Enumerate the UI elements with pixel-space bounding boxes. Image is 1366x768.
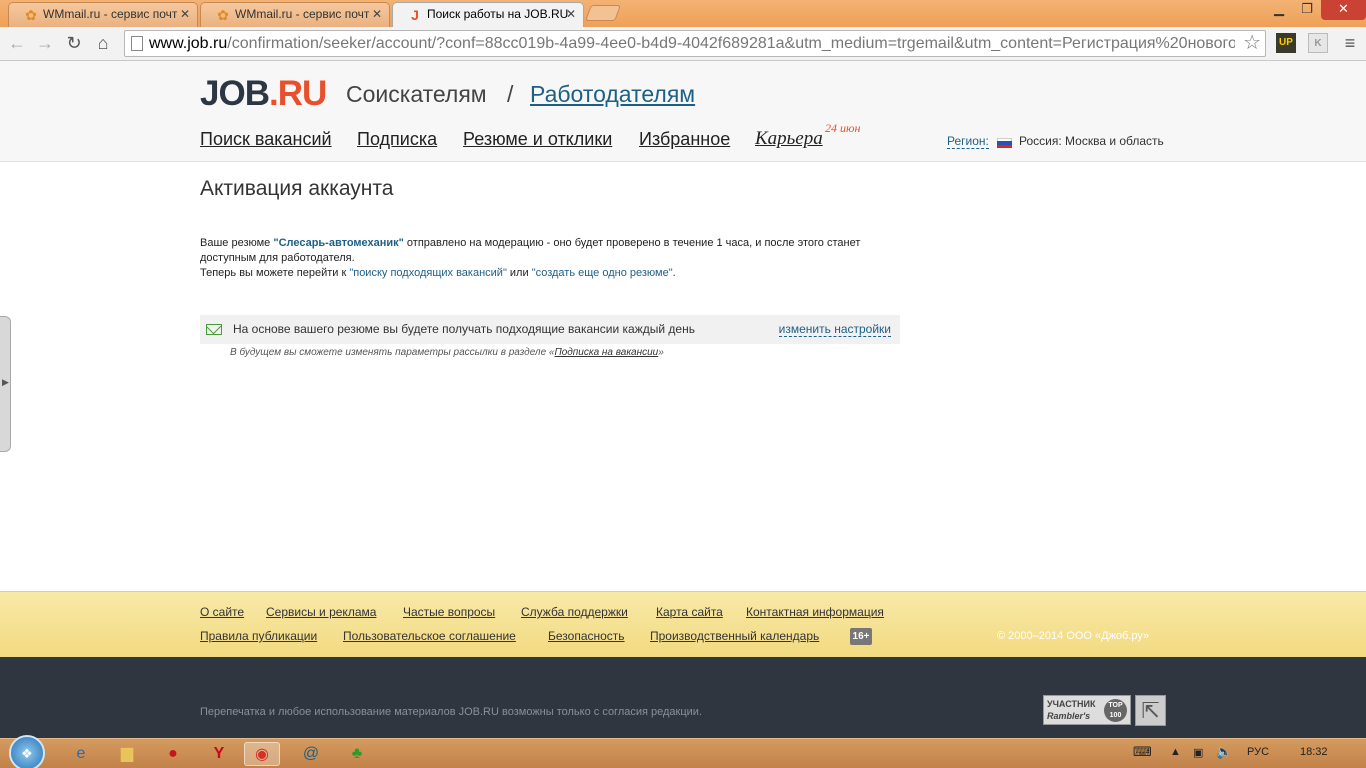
reload-icon[interactable]: ↻ <box>62 31 86 55</box>
browser-toolbar: ← → ↻ ⌂ www.job.ru/confirmation/seeker/a… <box>0 27 1366 61</box>
taskbar: ❖ e ▆ ● Y ◉ @ ♣ ⌨ ▲ ▣ 🔈 РУС 18:32 <box>0 735 1366 768</box>
menu-icon[interactable]: ≡ <box>1340 33 1360 53</box>
footer-link-about[interactable]: О сайте <box>200 605 244 619</box>
browser-tab[interactable]: ✿ WMmail.ru - сервис почт ✕ <box>200 2 390 27</box>
region-selector[interactable]: Регион: <box>947 134 989 149</box>
career-date: 24 июн <box>825 121 861 135</box>
volume-icon[interactable]: 🔈 <box>1216 744 1232 760</box>
jobru-icon: J <box>411 7 419 23</box>
subscription-settings-link[interactable]: Подписка на вакансии <box>554 347 658 358</box>
jobru-logo[interactable]: JOB.RU <box>200 74 327 114</box>
nav-subscription[interactable]: Подписка <box>357 129 437 150</box>
keyboard-icon[interactable]: ⌨ <box>1133 744 1152 760</box>
footer-link-services[interactable]: Сервисы и реклама <box>266 605 376 619</box>
footer-link-rules[interactable]: Правила публикации <box>200 629 317 643</box>
minimize-icon[interactable]: ▁ <box>1265 0 1293 20</box>
internet-explorer-icon[interactable]: e <box>63 742 99 766</box>
footer-link-calendar[interactable]: Производственный календарь <box>650 629 819 643</box>
network-icon[interactable]: ▣ <box>1193 746 1203 759</box>
address-bar[interactable]: www.job.ru/confirmation/seeker/account/?… <box>124 30 1266 57</box>
page-icon <box>131 36 143 51</box>
extension-up-icon[interactable]: UP <box>1276 33 1296 53</box>
footer-link-security[interactable]: Безопасность <box>548 629 625 643</box>
wmmail-icon: ✿ <box>25 7 37 23</box>
region-value: Россия: Москва и область <box>1019 134 1164 148</box>
audience-separator: / <box>507 81 514 107</box>
new-tab-button[interactable] <box>585 5 621 21</box>
rambler-top100-badge[interactable]: УЧАСТНИК Rambler's TOP 100 <box>1043 695 1131 725</box>
resume-link[interactable]: "Слесарь-автомеханик" <box>273 237 404 249</box>
footer-link-contacts[interactable]: Контактная информация <box>746 605 884 619</box>
language-indicator[interactable]: РУС <box>1247 746 1269 758</box>
nav-favorites[interactable]: Избранное <box>639 129 730 150</box>
home-icon[interactable]: ⌂ <box>91 31 115 55</box>
site-header: JOB.RU Соискателям / Работодателям Поиск… <box>0 61 1366 162</box>
wmmail-icon: ✿ <box>217 7 229 23</box>
chrome-icon[interactable]: ◉ <box>244 742 280 766</box>
show-hidden-icons-icon[interactable]: ▲ <box>1170 746 1181 758</box>
subscription-subnote: В будущем вы сможете изменять параметры … <box>230 347 664 358</box>
mail-agent-icon[interactable]: @ <box>293 742 329 766</box>
arrow-right-icon: ▶ <box>2 377 9 387</box>
liveinternet-counter-icon[interactable]: ⇱ <box>1135 695 1166 726</box>
russia-flag-icon <box>997 138 1012 148</box>
footer-link-agreement[interactable]: Пользовательское соглашение <box>343 629 516 643</box>
nav-search-vacancies[interactable]: Поиск вакансий <box>200 129 332 150</box>
back-icon[interactable]: ← <box>5 31 29 55</box>
restore-icon[interactable]: ❐ <box>1293 0 1321 20</box>
bookmark-star-icon[interactable]: ☆ <box>1243 32 1261 54</box>
audience-seekers: Соискателям <box>346 81 487 107</box>
change-settings-link[interactable]: изменить настройки <box>778 322 891 337</box>
reprint-notice: Перепечатка и любое использование матери… <box>200 706 703 718</box>
nav-resume[interactable]: Резюме и отклики <box>463 129 612 150</box>
confirmation-message: Ваше резюме "Слесарь-автомеханик" отправ… <box>200 237 861 279</box>
footer-link-faq[interactable]: Частые вопросы <box>403 605 495 619</box>
copyright: © 2000–2014 ООО «Джоб.ру» <box>997 630 1150 642</box>
footer-link-sitemap[interactable]: Карта сайта <box>656 605 723 619</box>
file-explorer-icon[interactable]: ▆ <box>109 742 145 766</box>
footer-link-support[interactable]: Служба поддержки <box>521 605 628 619</box>
start-button[interactable]: ❖ <box>9 735 45 768</box>
browser-tab[interactable]: ✿ WMmail.ru - сервис почт ✕ <box>8 2 198 27</box>
windows-logo-icon: ❖ <box>21 746 33 761</box>
tab-strip: ✿ WMmail.ru - сервис почт ✕ ✿ WMmail.ru … <box>0 0 1366 27</box>
app-icon[interactable]: ♣ <box>339 742 375 766</box>
footer-links: О сайте Сервисы и реклама Частые вопросы… <box>0 591 1366 657</box>
clock[interactable]: 18:32 <box>1300 746 1328 758</box>
notice-text: На основе вашего резюме вы будете получа… <box>233 322 695 336</box>
side-panel-handle[interactable]: ▶ <box>0 316 11 452</box>
browser-tab-active[interactable]: J Поиск работы на JOB.RU ✕ <box>392 2 584 27</box>
opera-icon[interactable]: ● <box>155 742 191 766</box>
envelope-icon <box>206 324 222 335</box>
age-rating-badge: 16+ <box>850 628 872 645</box>
forward-icon[interactable]: → <box>33 31 57 55</box>
subscription-notice: На основе вашего резюме вы будете получа… <box>200 315 900 344</box>
audience-employers-link[interactable]: Работодателям <box>530 81 695 108</box>
url-text[interactable]: www.job.ru/confirmation/seeker/account/?… <box>149 31 1235 56</box>
footer-bottom: Перепечатка и любое использование матери… <box>0 657 1366 738</box>
extension-k-icon[interactable]: K <box>1308 33 1328 53</box>
window-close-icon[interactable]: ✕ <box>1321 0 1366 20</box>
tab-close-icon[interactable]: ✕ <box>372 3 382 26</box>
tab-close-icon[interactable]: ✕ <box>180 3 190 26</box>
page-title: Активация аккаунта <box>200 177 394 200</box>
search-vacancies-link[interactable]: "поиску подходящих вакансий" <box>349 267 507 279</box>
browser-frame: ✿ WMmail.ru - сервис почт ✕ ✿ WMmail.ru … <box>0 0 1366 61</box>
tab-close-icon[interactable]: ✕ <box>566 3 576 26</box>
nav-career[interactable]: Карьера <box>755 128 823 150</box>
create-resume-link[interactable]: "создать еще одно резюме" <box>532 267 673 279</box>
yandex-browser-icon[interactable]: Y <box>201 742 237 766</box>
